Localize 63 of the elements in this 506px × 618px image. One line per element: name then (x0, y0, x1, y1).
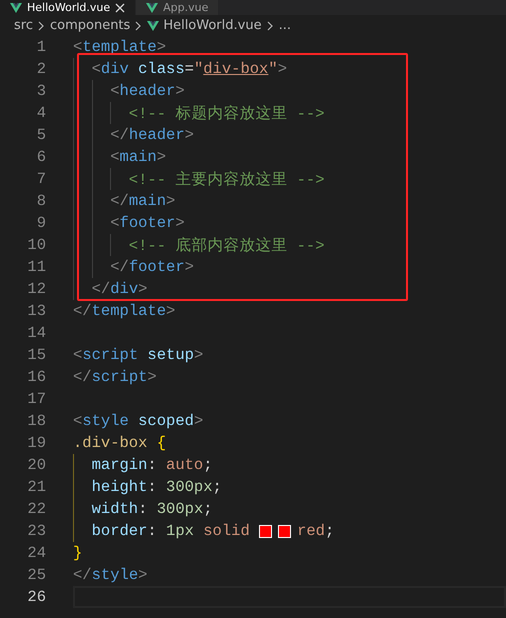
line-number: 9 (36, 214, 46, 232)
code-line: border: 1px solid (90, 522, 251, 540)
code-line: </script> (73, 368, 157, 386)
line-number: 10 (26, 236, 46, 254)
breadcrumb-item[interactable]: HelloWorld.vue (163, 18, 262, 33)
editor-tab[interactable]: App.vue (136, 0, 220, 15)
chevron-right-icon (38, 20, 45, 30)
line-number: 18 (26, 412, 46, 430)
line-number: 4 (36, 104, 46, 122)
line-number: 8 (36, 192, 46, 210)
code-line: <script setup> (73, 346, 204, 364)
line-number: 3 (36, 82, 46, 100)
line-number: 17 (26, 390, 46, 408)
line-number: 23 (26, 522, 46, 540)
line-number: 26 (26, 588, 46, 606)
line-number: 21 (26, 478, 46, 496)
code-line: <!-- 主要内容放这里 --> (128, 170, 325, 190)
code-line: .div-box { (73, 434, 166, 452)
line-number: 19 (26, 434, 46, 452)
code-line: <header> (109, 82, 185, 100)
code-line: <template> (73, 38, 166, 56)
vue-file-icon (146, 2, 158, 14)
line-number: 11 (26, 258, 46, 276)
breadcrumb-item[interactable]: src (14, 18, 33, 33)
line-number: 25 (26, 566, 46, 584)
vue-file-icon (10, 2, 22, 14)
code-line: } (73, 544, 82, 562)
line-number: 22 (26, 500, 46, 518)
breadcrumb-item[interactable]: components (50, 18, 130, 33)
line-number: 1 (36, 38, 46, 56)
line-number: 12 (26, 280, 46, 298)
line-number: 16 (26, 368, 46, 386)
code-line: width: 300px; (90, 500, 213, 518)
code-line: </style> (73, 566, 148, 584)
line-number: 5 (36, 126, 46, 144)
code-line: red; (297, 522, 334, 540)
code-line: <style scoped> (73, 412, 204, 430)
line-number: 13 (26, 302, 46, 320)
chevron-right-icon (135, 20, 142, 30)
code-line: margin: auto; (90, 456, 213, 474)
code-line: <footer> (109, 214, 185, 232)
chevron-right-icon (266, 20, 274, 30)
breadcrumb-item[interactable]: ... (278, 18, 291, 33)
line-number: 15 (26, 346, 46, 364)
code-line: </header> (109, 126, 194, 144)
code-line: height: 300px; (90, 478, 222, 496)
vue-file-icon (147, 20, 160, 32)
code-line: <div class="div-box"> (90, 60, 287, 78)
line-number: 24 (26, 544, 46, 562)
editor-tab[interactable]: HelloWorld.vue (0, 0, 136, 15)
code-line: <!-- 标题内容放这里 --> (128, 104, 325, 124)
code-line: <!-- 底部内容放这里 --> (128, 236, 325, 256)
line-number: 20 (26, 456, 46, 474)
code-line: </div> (90, 280, 148, 298)
code-line: <main> (109, 148, 166, 166)
code-line: </footer> (109, 258, 194, 276)
line-number: 2 (36, 60, 46, 78)
close-icon (115, 2, 126, 12)
code-line: </template> (73, 302, 176, 320)
line-number: 14 (26, 324, 46, 342)
code-line: </main> (109, 192, 176, 210)
line-number: 6 (36, 148, 46, 166)
line-number: 7 (36, 170, 46, 188)
